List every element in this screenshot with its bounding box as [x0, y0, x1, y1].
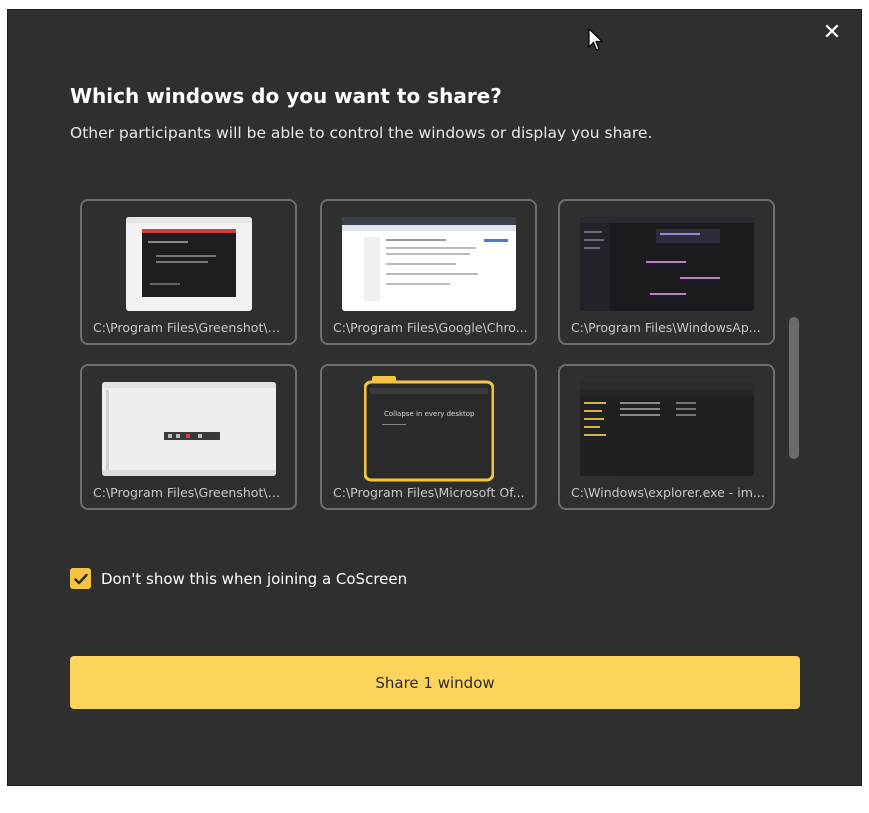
window-tile-chrome[interactable]: C:\Program Files\Google\Chro...	[320, 199, 537, 345]
window-tile-windowsapps[interactable]: C:\Program Files\WindowsAp...	[558, 199, 775, 345]
window-tile-label: C:\Program Files\Google\Chro...	[333, 320, 528, 335]
window-tile-label: C:\Windows\explorer.exe - im...	[571, 485, 765, 500]
dialog-title: Which windows do you want to share?	[70, 84, 502, 108]
share-window-button[interactable]: Share 1 window	[70, 656, 800, 709]
share-windows-dialog: ✕ Which windows do you want to share? Ot…	[7, 9, 862, 786]
window-tile-explorer[interactable]: C:\Windows\explorer.exe - im...	[558, 364, 775, 510]
mouse-cursor-icon	[588, 28, 604, 51]
window-thumbnail	[580, 217, 754, 311]
dont-show-again-label: Don't show this when joining a CoScreen	[101, 569, 408, 588]
scrollbar-thumb[interactable]	[789, 317, 799, 459]
dont-show-again-option[interactable]: Don't show this when joining a CoScreen	[70, 568, 407, 589]
window-tile-greenshot-2[interactable]: C:\Program Files\Greenshot\G...	[80, 364, 297, 510]
window-tile-microsoft-office[interactable]: Collapse in every desktop C:\Program Fil…	[320, 364, 537, 510]
window-grid: C:\Program Files\Greenshot\G... C:\Progr…	[80, 199, 780, 519]
window-thumbnail	[580, 382, 754, 476]
dont-show-again-checkbox[interactable]	[70, 568, 91, 589]
window-tile-label: C:\Program Files\Greenshot\G...	[93, 320, 288, 335]
dialog-subtitle: Other participants will be able to contr…	[70, 124, 653, 142]
window-tile-greenshot-1[interactable]: C:\Program Files\Greenshot\G...	[80, 199, 297, 345]
window-tile-label: C:\Program Files\Greenshot\G...	[93, 485, 288, 500]
window-thumbnail	[342, 217, 516, 311]
close-button[interactable]: ✕	[821, 22, 843, 44]
window-grid-scrollbar[interactable]	[787, 200, 799, 520]
window-thumbnail	[126, 217, 252, 311]
checkmark-icon	[73, 573, 88, 584]
window-thumbnail	[102, 382, 276, 476]
window-tile-label: C:\Program Files\WindowsAp...	[571, 320, 761, 335]
window-thumbnail: Collapse in every desktop	[363, 374, 495, 482]
close-icon: ✕	[822, 20, 842, 45]
note-thumbnail-text: Collapse in every desktop	[384, 410, 475, 418]
window-tile-label: C:\Program Files\Microsoft Of...	[333, 485, 525, 500]
